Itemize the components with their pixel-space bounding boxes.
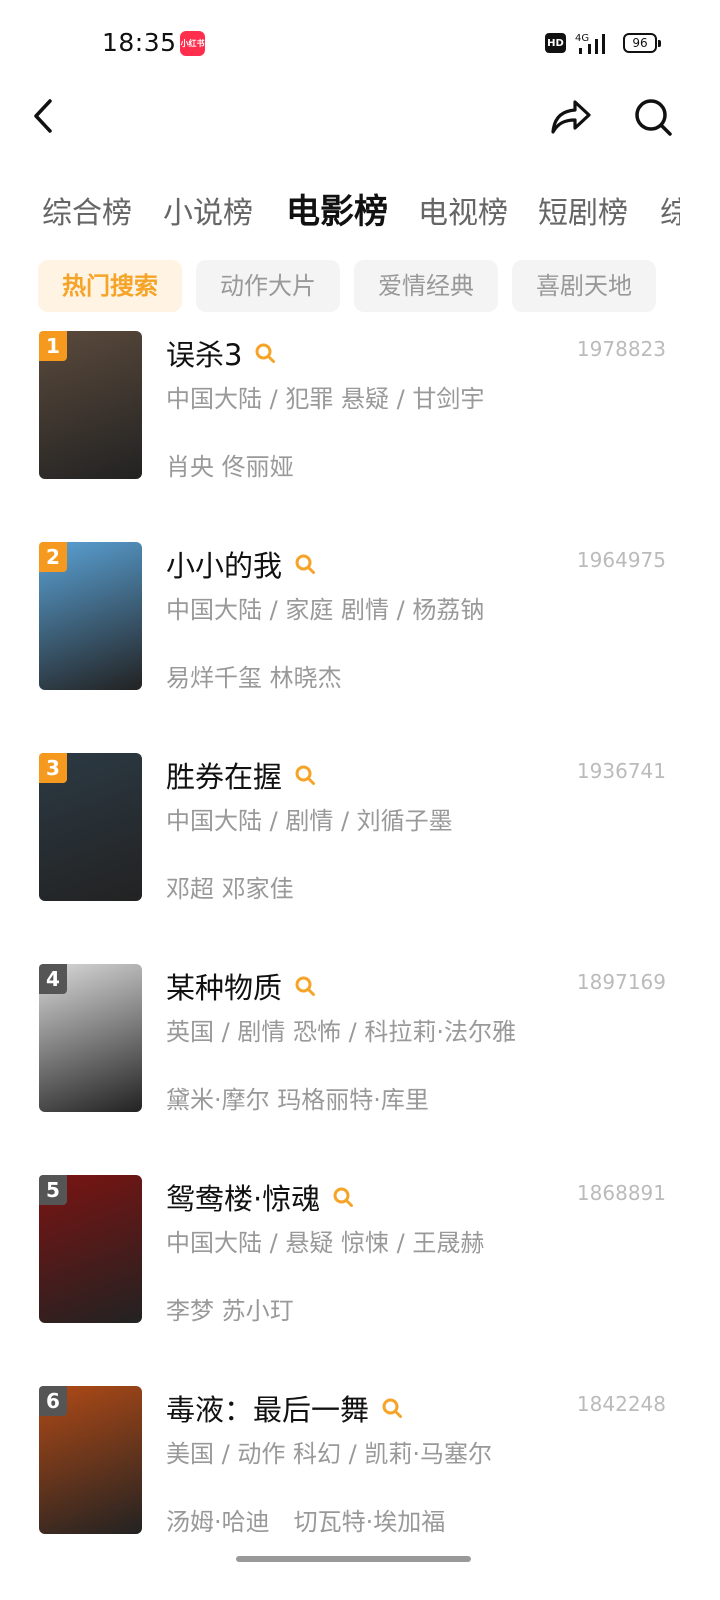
rank-badge: 4 (39, 964, 67, 994)
tab-movie[interactable]: 电影榜 (286, 190, 388, 236)
movie-meta: 英国 / 剧情 恐怖 / 科拉莉·法尔雅 (166, 1018, 516, 1046)
search-icon[interactable] (632, 96, 674, 138)
title-row: 某种物质 (166, 966, 316, 1006)
rank-badge: 5 (39, 1175, 67, 1205)
status-bar: 18:35 小红书 HD 4G 96 (0, 0, 720, 88)
tab-short-drama[interactable]: 短剧榜 (538, 190, 628, 238)
movie-list-item[interactable]: 4 某种物质 1897169 英国 / 剧情 恐怖 / 科拉莉·法尔雅 黛米·摩尔 玛格… (0, 964, 720, 1144)
movie-title[interactable]: 毒液：最后一舞 (166, 1387, 369, 1429)
tab-overall[interactable]: 综合榜 (42, 190, 132, 238)
movie-title[interactable]: 胜券在握 (166, 754, 282, 796)
tab-tv[interactable]: 电视榜 (418, 190, 508, 238)
share-arrow-icon[interactable] (548, 96, 594, 138)
chip-hot-search[interactable]: 热门搜索 (38, 260, 182, 312)
search-count: 1936741 (576, 759, 666, 783)
title-row: 误杀3 (166, 333, 276, 373)
search-icon[interactable] (294, 553, 316, 575)
search-icon[interactable] (294, 975, 316, 997)
app-notification-icon: 小红书 (180, 31, 205, 56)
movie-meta: 中国大陆 / 悬疑 惊悚 / 王晟赫 (166, 1229, 485, 1257)
movie-cast: 肖央 佟丽娅 (166, 453, 294, 481)
search-icon[interactable] (332, 1186, 354, 1208)
chip-romance[interactable]: 爱情经典 (354, 260, 498, 312)
movie-cast: 李梦 苏小玎 (166, 1297, 294, 1325)
search-icon[interactable] (254, 342, 276, 364)
movie-cast: 易烊千玺 林晓杰 (166, 664, 342, 692)
movie-title[interactable]: 小小的我 (166, 543, 282, 585)
search-icon[interactable] (381, 1397, 403, 1419)
movie-list-item[interactable]: 6 毒液：最后一舞 1842248 美国 / 动作 科幻 / 凯莉·马塞尔 汤姆·哈迪 … (0, 1386, 720, 1566)
chip-comedy[interactable]: 喜剧天地 (512, 260, 656, 312)
tab-variety[interactable]: 综 (660, 190, 680, 238)
movie-list-item[interactable]: 3 胜券在握 1936741 中国大陆 / 剧情 / 刘循子墨 邓超 邓家佳 (0, 753, 720, 933)
movie-title[interactable]: 误杀3 (166, 332, 242, 374)
category-tabs: 综合榜 小说榜 电影榜 电视榜 短剧榜 综 (0, 190, 680, 240)
rank-badge: 3 (39, 753, 67, 783)
movie-cast: 汤姆·哈迪 切瓦特·埃加福 (166, 1508, 446, 1536)
movie-title[interactable]: 鸳鸯楼·惊魂 (166, 1176, 320, 1218)
chevron-left-icon[interactable] (24, 96, 64, 136)
signal-icon: 4G (575, 33, 605, 54)
search-count: 1897169 (576, 970, 666, 994)
movie-list-item[interactable]: 2 小小的我 1964975 中国大陆 / 家庭 剧情 / 杨荔钠 易烊千玺 林晓杰 (0, 542, 720, 722)
status-time: 18:35 (102, 28, 177, 57)
movie-meta: 美国 / 动作 科幻 / 凯莉·马塞尔 (166, 1440, 492, 1468)
movie-meta: 中国大陆 / 家庭 剧情 / 杨荔钠 (166, 596, 485, 624)
movie-list-item[interactable]: 1 误杀3 1978823 中国大陆 / 犯罪 悬疑 / 甘剑宇 肖央 佟丽娅 (0, 331, 720, 511)
movie-title[interactable]: 某种物质 (166, 965, 282, 1007)
search-count: 1964975 (576, 548, 666, 572)
movie-meta: 中国大陆 / 犯罪 悬疑 / 甘剑宇 (166, 385, 485, 413)
title-row: 胜券在握 (166, 755, 316, 795)
search-count: 1868891 (576, 1181, 666, 1205)
title-row: 鸳鸯楼·惊魂 (166, 1177, 354, 1217)
tab-novel[interactable]: 小说榜 (163, 190, 253, 238)
hd-icon: HD (545, 33, 566, 53)
network-label: 4G (575, 33, 589, 44)
search-count: 1978823 (576, 337, 666, 361)
rank-badge: 2 (39, 542, 67, 572)
chip-action[interactable]: 动作大片 (196, 260, 340, 312)
search-count: 1842248 (576, 1392, 666, 1416)
search-icon[interactable] (294, 764, 316, 786)
movie-meta: 中国大陆 / 剧情 / 刘循子墨 (166, 807, 453, 835)
movie-list-item[interactable]: 5 鸳鸯楼·惊魂 1868891 中国大陆 / 悬疑 惊悚 / 王晟赫 李梦 苏小玎 (0, 1175, 720, 1355)
battery-icon: 96 (623, 33, 661, 53)
rank-badge: 6 (39, 1386, 67, 1416)
title-row: 毒液：最后一舞 (166, 1388, 403, 1428)
home-indicator[interactable] (236, 1556, 471, 1562)
movie-cast: 邓超 邓家佳 (166, 875, 294, 903)
rank-badge: 1 (39, 331, 67, 361)
movie-cast: 黛米·摩尔 玛格丽特·库里 (166, 1086, 429, 1114)
title-row: 小小的我 (166, 544, 316, 584)
